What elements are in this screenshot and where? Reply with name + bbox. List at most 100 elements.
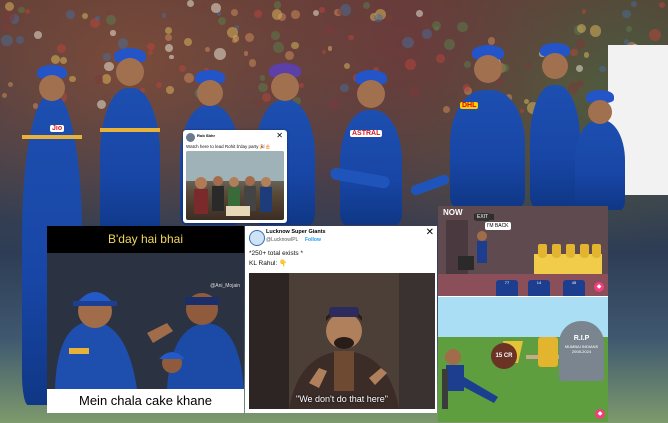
- crowd-dot: [254, 99, 262, 107]
- crowd-dot: [81, 12, 88, 20]
- crowd-dot: [96, 100, 106, 110]
- sponsor-dhl-badge: DHL: [460, 102, 479, 109]
- crowd-dot: [405, 59, 416, 70]
- crowd-dot: [581, 9, 587, 14]
- crowd-dot: [69, 75, 76, 83]
- man-gesturing-illustration: [249, 273, 435, 409]
- crowd-dot: [583, 51, 590, 58]
- crowd-dot: [184, 37, 193, 47]
- crowd-dot: [56, 44, 66, 54]
- crowd-dot: [1, 22, 12, 32]
- close-icon[interactable]: ✕: [426, 227, 434, 238]
- crowd-dot: [18, 6, 25, 14]
- crowd-dot: [232, 38, 237, 43]
- player-5: ASTRAL: [340, 70, 402, 225]
- sponsor-jio-badge: Jio: [50, 125, 65, 132]
- tweet-author-handle: @LucknowIPL: [266, 237, 299, 243]
- meme-birthday: B'day hai bhai @Ani_Mojain Mein chala ca…: [47, 226, 244, 413]
- crowd-dot: [589, 25, 602, 37]
- jersey-number: 77: [496, 280, 518, 296]
- crowd-dot: [147, 42, 155, 51]
- crowd-dot: [117, 37, 129, 49]
- crowd-dot: [312, 10, 319, 17]
- crowd-dot: [165, 85, 174, 94]
- crowd-dot: [259, 75, 266, 82]
- app-logo-icon: ◆: [595, 409, 605, 419]
- crowd-dot: [464, 61, 472, 69]
- crowd-dot: [164, 34, 172, 42]
- im-back-bubble: I'M BACK: [485, 222, 511, 230]
- crowd-dot: [575, 39, 586, 49]
- crowd-dot: [284, 50, 294, 60]
- crowd-dot: [436, 54, 445, 63]
- tweet-photo: [186, 151, 284, 220]
- crowd-dot: [443, 39, 455, 51]
- crowd-dot: [156, 81, 163, 88]
- crowd-dot: [487, 37, 496, 45]
- exit-sign: EXIT: [475, 213, 491, 221]
- meme-caption-bottom: Mein chala cake khane: [47, 389, 244, 413]
- crowd-dot: [184, 73, 195, 84]
- crowd-dot: [362, 1, 371, 10]
- crowd-dot: [416, 10, 423, 17]
- crowd-dot: [570, 48, 578, 57]
- crowd-dot: [24, 8, 31, 15]
- crowd-dot: [649, 29, 662, 41]
- crowd-dot: [386, 14, 393, 21]
- crowd-dot: [421, 29, 432, 40]
- crowd-dot: [200, 3, 207, 9]
- crowd-dot: [622, 9, 631, 19]
- crowd-dot: [258, 82, 268, 92]
- crowd-dot: [165, 26, 173, 34]
- crowd-dot: [5, 1, 15, 12]
- meme-bottom-panel: 15 CR R.I.P MUMBAI INDIANS 2008-2024 ◆: [438, 297, 608, 422]
- user-avatar: [186, 133, 195, 142]
- trophy-icon: [566, 244, 575, 258]
- crowd-dot: [340, 83, 349, 93]
- players-talking-illustration: [47, 253, 244, 389]
- crowd-dot: [34, 30, 43, 39]
- gravestone: R.I.P MUMBAI INDIANS 2008-2024: [559, 321, 604, 381]
- meme-top-panel: NOW EXIT I'M BACK 77 14 45 ◆: [438, 206, 608, 296]
- tweet-lucknow: Lucknow Super Giants @LucknowIPL Follow …: [245, 226, 437, 413]
- crowd-dot: [169, 54, 174, 60]
- crowd-dot: [101, 74, 111, 84]
- crowd-dot: [329, 99, 339, 109]
- crowd-dot: [577, 79, 585, 87]
- crowd-dot: [1, 92, 8, 98]
- crowd-dot: [103, 53, 112, 61]
- crowd-dot: [110, 30, 116, 36]
- player-6: DHL: [450, 45, 525, 208]
- crowd-dot: [408, 86, 421, 99]
- jersey-number: 45: [563, 280, 585, 296]
- crowd-dot: [576, 23, 587, 34]
- crowd-dot: [187, 0, 195, 8]
- crowd-dot: [659, 1, 666, 8]
- trophy-icon: [592, 244, 601, 258]
- grave-years-text: 2008-2024: [571, 349, 592, 354]
- crowd-dot: [65, 9, 75, 19]
- crowd-dot: [243, 51, 248, 56]
- grave-rip-text: R.I.P: [573, 335, 590, 342]
- crowd-dot: [273, 42, 285, 54]
- app-logo-icon: ◆: [594, 282, 604, 292]
- tweet-text-line-2: KL Rahul: 👇: [249, 260, 288, 267]
- close-icon[interactable]: ✕: [276, 131, 283, 140]
- crowd-dot: [599, 65, 606, 73]
- crowd-dot: [94, 16, 100, 21]
- crowd-dot: [218, 16, 227, 26]
- crowd-dot: [442, 105, 450, 114]
- player-2: [100, 48, 160, 238]
- crowd-dot: [321, 50, 326, 55]
- crowd-dot: [147, 49, 153, 55]
- crowd-dot: [105, 14, 116, 25]
- crowd-dot: [457, 22, 468, 33]
- follow-button[interactable]: Follow: [305, 237, 321, 243]
- trophy-icon: [580, 244, 589, 258]
- meme-caption-top: B'day hai bhai: [47, 226, 244, 253]
- money-bag-badge: 15 CR: [491, 343, 517, 369]
- crowd-dot: [324, 25, 335, 36]
- jersey-number: 14: [528, 280, 550, 296]
- crowd-dot: [15, 35, 25, 45]
- crowd-dot: [104, 61, 114, 72]
